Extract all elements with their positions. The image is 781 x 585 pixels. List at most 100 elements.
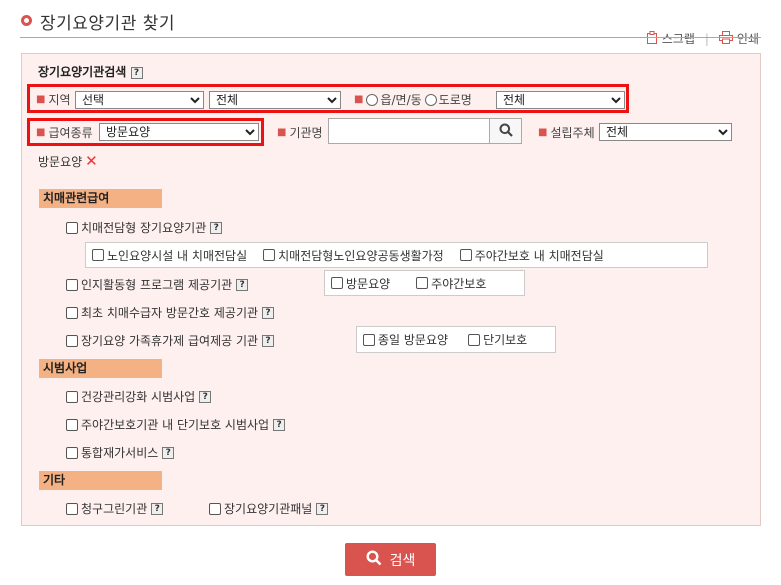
help-icon[interactable]: ? xyxy=(199,390,212,403)
family-vacation-option[interactable]: 장기요양 가족휴가제 급여제공 기관 ? xyxy=(66,332,275,349)
benefit-label: ■ 급여종류 xyxy=(36,124,93,141)
selected-filter-label: 방문요양 xyxy=(38,154,83,169)
fam-fullday-label: 종일 방문요양 xyxy=(378,333,449,347)
remove-filter-icon[interactable]: ✕ xyxy=(85,152,98,170)
shortterm-pilot-label: 주야간보호기관 내 단기보호 시범사업 xyxy=(81,418,270,432)
help-icon[interactable]: ? xyxy=(316,502,329,515)
health-pilot-label: 건강관리강화 시범사업 xyxy=(81,390,196,404)
help-icon[interactable]: ? xyxy=(130,66,143,79)
top-tools: 스크랩 | 인쇄 xyxy=(646,30,759,47)
title-bullet-icon xyxy=(21,15,32,26)
first-nurse-label: 최초 치매수급자 방문간호 제공기관 xyxy=(81,306,259,320)
integrated-service-checkbox[interactable] xyxy=(66,446,78,459)
page-title: 장기요양기관 찾기 xyxy=(40,14,176,34)
sub-daycare-label: 주야간보호 내 치매전담실 xyxy=(474,248,604,263)
title-divider xyxy=(20,37,761,38)
region-label: ■ 지역 xyxy=(36,91,71,108)
help-icon[interactable]: ? xyxy=(273,418,286,431)
help-icon[interactable]: ? xyxy=(151,502,164,515)
sub-daycare-option[interactable]: 주야간보호 내 치매전담실 xyxy=(459,247,604,264)
dementia-dedicated-subbox: 노인요양시설 내 치매전담실 치매전담형노인요양공동생활가정 주야간보호 내 치… xyxy=(85,242,708,268)
section-etc: 기타 xyxy=(39,471,162,490)
road-radio-label: 도로명 xyxy=(438,93,472,107)
bullet-icon: ■ xyxy=(36,127,46,138)
address-type-group: ■ 읍/면/동 도로명 xyxy=(354,91,472,108)
health-pilot-option[interactable]: 건강관리강화 시범사업 ? xyxy=(66,388,212,405)
org-name-label-text: 기관명 xyxy=(289,126,323,140)
first-nurse-checkbox[interactable] xyxy=(66,306,78,319)
bullet-icon: ■ xyxy=(277,127,287,138)
fam-shortterm-label: 단기보호 xyxy=(483,333,528,347)
help-icon[interactable]: ? xyxy=(262,306,275,319)
fam-fullday-checkbox[interactable] xyxy=(363,333,375,346)
family-vacation-subbox: 종일 방문요양 단기보호 xyxy=(356,326,556,353)
org-name-label: ■ 기관명 xyxy=(277,124,323,141)
integrated-service-option[interactable]: 통합재가서비스 ? xyxy=(66,444,175,461)
print-button[interactable]: 인쇄 xyxy=(718,30,759,47)
benefit-select[interactable]: 방문요양 xyxy=(99,123,259,141)
fam-shortterm-checkbox[interactable] xyxy=(468,333,481,346)
scrap-label: 스크랩 xyxy=(661,32,695,46)
dementia-dedicated-option[interactable]: 치매전담형 장기요양기관 ? xyxy=(66,219,223,236)
health-pilot-checkbox[interactable] xyxy=(66,390,78,403)
help-icon[interactable]: ? xyxy=(162,446,175,459)
cognitive-program-checkbox[interactable] xyxy=(66,278,78,291)
benefit-label-text: 급여종류 xyxy=(48,126,93,140)
fam-fullday-option[interactable]: 종일 방문요양 xyxy=(363,331,448,348)
cog-visit-care-checkbox[interactable] xyxy=(331,277,343,289)
first-nurse-option[interactable]: 최초 치매수급자 방문간호 제공기관 ? xyxy=(66,304,275,321)
town-radio[interactable] xyxy=(366,93,379,106)
cog-visit-care-option[interactable]: 방문요양 xyxy=(331,275,390,292)
sub-group-home-checkbox[interactable] xyxy=(263,249,276,261)
cog-daycare-label: 주야간보호 xyxy=(431,276,487,291)
bullet-icon: ■ xyxy=(36,94,46,105)
founder-select[interactable]: 전체 xyxy=(599,123,732,141)
help-icon[interactable]: ? xyxy=(236,278,249,291)
founder-label-text: 설립주체 xyxy=(550,126,595,140)
section-dementia: 치매관련급여 xyxy=(39,189,162,208)
org-name-input[interactable] xyxy=(328,118,490,144)
print-label: 인쇄 xyxy=(736,32,759,46)
sub-group-home-option[interactable]: 치매전담형노인요양공동생활가정 xyxy=(263,247,444,264)
help-icon[interactable]: ? xyxy=(210,221,223,234)
district-select[interactable]: 전체 xyxy=(209,91,341,109)
cog-daycare-option[interactable]: 주야간보호 xyxy=(416,275,486,292)
section-pilot: 시범사업 xyxy=(39,359,162,378)
road-radio[interactable] xyxy=(424,93,437,106)
search-button[interactable]: 검색 xyxy=(345,543,436,576)
region-label-text: 지역 xyxy=(48,93,71,107)
cognitive-program-option[interactable]: 인지활동형 프로그램 제공기관 ? xyxy=(66,276,249,293)
search-panel-title: 장기요양기관검색 ? xyxy=(38,63,143,80)
sub-daycare-checkbox[interactable] xyxy=(459,249,472,261)
search-icon xyxy=(366,549,382,570)
road-select[interactable]: 전체 xyxy=(496,91,625,109)
green-org-option[interactable]: 청구그린기관 ? xyxy=(66,500,164,517)
town-radio-label: 읍/면/동 xyxy=(380,93,422,107)
bullet-icon: ■ xyxy=(538,127,548,138)
green-org-checkbox[interactable] xyxy=(66,502,78,515)
green-org-label: 청구그린기관 xyxy=(81,502,148,516)
shortterm-pilot-checkbox[interactable] xyxy=(66,418,78,431)
cog-daycare-checkbox[interactable] xyxy=(416,277,429,289)
search-panel-title-text: 장기요양기관검색 xyxy=(38,65,127,79)
scrap-icon xyxy=(646,30,658,47)
dementia-dedicated-checkbox[interactable] xyxy=(66,221,78,234)
panel-org-checkbox[interactable] xyxy=(209,502,221,515)
sub-group-home-label: 치매전담형노인요양공동생활가정 xyxy=(278,248,444,263)
help-icon[interactable]: ? xyxy=(262,334,275,347)
scrap-button[interactable]: 스크랩 xyxy=(646,30,695,47)
panel-org-label: 장기요양기관패널 xyxy=(224,502,313,516)
family-vacation-checkbox[interactable] xyxy=(66,334,78,347)
founder-label: ■ 설립주체 xyxy=(538,124,595,141)
cognitive-program-label: 인지활동형 프로그램 제공기관 xyxy=(81,278,233,292)
search-icon xyxy=(499,123,513,140)
fam-shortterm-option[interactable]: 단기보호 xyxy=(468,331,527,348)
tool-separator: | xyxy=(704,31,709,46)
org-search-button[interactable] xyxy=(489,118,522,144)
sub-nursing-home-option[interactable]: 노인요양시설 내 치매전담실 xyxy=(92,247,247,264)
shortterm-pilot-option[interactable]: 주야간보호기관 내 단기보호 시범사업 ? xyxy=(66,416,286,433)
bullet-icon: ■ xyxy=(354,94,364,105)
sub-nursing-home-checkbox[interactable] xyxy=(92,249,104,261)
panel-org-option[interactable]: 장기요양기관패널 ? xyxy=(209,500,329,517)
region-select[interactable]: 선택 xyxy=(75,91,204,109)
